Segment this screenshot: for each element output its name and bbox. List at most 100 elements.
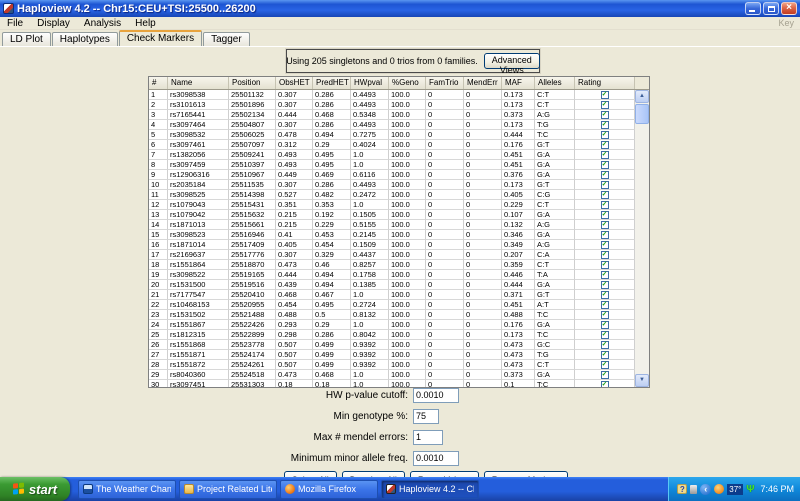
rating-checkbox[interactable]: ✓ [601, 191, 609, 199]
rating-checkbox[interactable]: ✓ [601, 241, 609, 249]
rating-checkbox[interactable]: ✓ [601, 151, 609, 159]
wireless-tray-icon[interactable]: Ψ [746, 484, 754, 495]
column-header-predhet[interactable]: PredHET [313, 77, 351, 89]
column-header-name[interactable]: Name [168, 77, 229, 89]
rating-checkbox[interactable]: ✓ [601, 91, 609, 99]
rating-checkbox[interactable]: ✓ [601, 341, 609, 349]
table-row[interactable]: 21rs7177547255204100.4680.4671.0100.0000… [149, 290, 635, 300]
table-row[interactable]: 22rs10468153255209550.4540.4950.2724100.… [149, 300, 635, 310]
column-header-menderr[interactable]: MendErr [464, 77, 502, 89]
scroll-up-icon[interactable]: ▲ [635, 90, 649, 103]
rating-checkbox[interactable]: ✓ [601, 311, 609, 319]
tab-haplotypes[interactable]: Haplotypes [52, 32, 118, 46]
table-row[interactable]: 4rs3097464255048070.3070.2860.4493100.00… [149, 120, 635, 130]
rating-checkbox[interactable]: ✓ [601, 111, 609, 119]
table-row[interactable]: 17rs2169637255177760.3070.3290.4437100.0… [149, 250, 635, 260]
table-row[interactable]: 5rs3098532255060250.4780.4940.7275100.00… [149, 130, 635, 140]
column-header-famtrio[interactable]: FamTrio [426, 77, 464, 89]
rating-checkbox[interactable]: ✓ [601, 201, 609, 209]
advanced-views-button[interactable]: Advanced Views [484, 53, 540, 69]
scroll-thumb[interactable] [635, 104, 649, 124]
rating-checkbox[interactable]: ✓ [601, 221, 609, 229]
task-button-haploview-4-2-chr[interactable]: Haploview 4.2 -- Chr... [381, 480, 479, 499]
table-row[interactable]: 10rs2035184255115350.3070.2860.4493100.0… [149, 180, 635, 190]
rating-checkbox[interactable]: ✓ [601, 361, 609, 369]
scroll-down-icon[interactable]: ▼ [635, 374, 649, 387]
table-row[interactable]: 9rs12906316255109670.4490.4690.6116100.0… [149, 170, 635, 180]
table-row[interactable]: 14rs1871013255156610.2150.2290.5155100.0… [149, 220, 635, 230]
table-row[interactable]: 13rs1079042255156320.2150.1920.1505100.0… [149, 210, 635, 220]
input-max-mendel-errors[interactable] [413, 430, 443, 445]
table-row[interactable]: 24rs1551867255224260.2930.291.0100.0000.… [149, 320, 635, 330]
rating-checkbox[interactable]: ✓ [601, 371, 609, 379]
rating-checkbox[interactable]: ✓ [601, 161, 609, 169]
rating-checkbox[interactable]: ✓ [601, 301, 609, 309]
table-row[interactable]: 28rs1551872255242610.5070.4990.9392100.0… [149, 360, 635, 370]
menu-display[interactable]: Display [30, 18, 77, 29]
rating-checkbox[interactable]: ✓ [601, 171, 609, 179]
table-row[interactable]: 8rs3097459255103970.4930.4951.0100.0000.… [149, 160, 635, 170]
table-row[interactable]: 30rs3097451255313030.180.181.0100.0000.1… [149, 380, 635, 387]
column-header-position[interactable]: Position [229, 77, 276, 89]
rating-checkbox[interactable]: ✓ [601, 131, 609, 139]
column-header-maf[interactable]: MAF [502, 77, 535, 89]
rating-checkbox[interactable]: ✓ [601, 331, 609, 339]
input-min-genotype[interactable] [413, 409, 439, 424]
rating-checkbox[interactable]: ✓ [601, 291, 609, 299]
weather-tray-icon[interactable] [714, 484, 724, 494]
rating-checkbox[interactable]: ✓ [601, 261, 609, 269]
rating-checkbox[interactable]: ✓ [601, 321, 609, 329]
table-row[interactable]: 20rs1531500255195160.4390.4940.1385100.0… [149, 280, 635, 290]
rating-checkbox[interactable]: ✓ [601, 351, 609, 359]
table-row[interactable]: 1rs3098538255011320.3070.2860.4493100.00… [149, 90, 635, 100]
help-tray-icon[interactable]: ? [677, 484, 687, 494]
restore-button[interactable] [763, 2, 779, 15]
column-header-obshet[interactable]: ObsHET [276, 77, 313, 89]
table-row[interactable]: 6rs3097461255070970.3120.290.4024100.000… [149, 140, 635, 150]
table-row[interactable]: 11rs3098525255143980.5270.4820.2472100.0… [149, 190, 635, 200]
rating-checkbox[interactable]: ✓ [601, 281, 609, 289]
rating-checkbox[interactable]: ✓ [601, 211, 609, 219]
table-row[interactable]: 26rs1551868255237780.5070.4990.9392100.0… [149, 340, 635, 350]
device-tray-icon[interactable] [690, 485, 697, 494]
task-button-the-weather-channe[interactable]: The Weather Channe... [78, 480, 176, 499]
task-button-project-related-litera[interactable]: Project Related Litera... [179, 480, 277, 499]
column-header-[interactable]: # [149, 77, 168, 89]
rating-checkbox[interactable]: ✓ [601, 141, 609, 149]
task-button-mozilla-firefox[interactable]: Mozilla Firefox [280, 480, 378, 499]
table-row[interactable]: 12rs1079043255154310.3510.3531.0100.0000… [149, 200, 635, 210]
menu-file[interactable]: File [0, 18, 30, 29]
tab-tagger[interactable]: Tagger [203, 32, 250, 46]
rating-checkbox[interactable]: ✓ [601, 231, 609, 239]
column-header-alleles[interactable]: Alleles [535, 77, 575, 89]
table-row[interactable]: 2rs3101613255018960.3070.2860.4493100.00… [149, 100, 635, 110]
close-button[interactable]: × [781, 2, 797, 15]
vertical-scrollbar[interactable]: ▲ ▼ [635, 90, 649, 387]
table-row[interactable]: 15rs3098523255169460.410.4530.2145100.00… [149, 230, 635, 240]
table-row[interactable]: 19rs3098522255191650.4440.4940.1758100.0… [149, 270, 635, 280]
column-header-geno[interactable]: %Geno [389, 77, 426, 89]
rating-checkbox[interactable]: ✓ [601, 251, 609, 259]
table-row[interactable]: 23rs1531502255214880.4880.50.8132100.000… [149, 310, 635, 320]
table-row[interactable]: 3rs7165441255021340.4440.4680.5348100.00… [149, 110, 635, 120]
table-row[interactable]: 18rs1551864255188700.4730.460.8257100.00… [149, 260, 635, 270]
table-row[interactable]: 16rs1871014255174090.4050.4540.1509100.0… [149, 240, 635, 250]
rating-checkbox[interactable]: ✓ [601, 271, 609, 279]
table-row[interactable]: 25rs1812315255228990.2980.2860.8042100.0… [149, 330, 635, 340]
rating-checkbox[interactable]: ✓ [601, 101, 609, 109]
table-row[interactable]: 7rs1382056255092410.4930.4951.0100.0000.… [149, 150, 635, 160]
table-row[interactable]: 27rs1551871255241740.5070.4990.9392100.0… [149, 350, 635, 360]
column-header-hwpval[interactable]: HWpval [351, 77, 389, 89]
input-minimum-minor-allele-freq[interactable] [413, 451, 459, 466]
tab-check-markers[interactable]: Check Markers [119, 30, 202, 46]
table-row[interactable]: 29rs8040360255245180.4730.4681.0100.0000… [149, 370, 635, 380]
menu-analysis[interactable]: Analysis [77, 18, 128, 29]
tray-collapse-chevron-icon[interactable]: ‹ [700, 484, 711, 495]
column-header-rating[interactable]: Rating [575, 77, 635, 89]
minimize-button[interactable] [745, 2, 761, 15]
menu-help[interactable]: Help [128, 18, 163, 29]
rating-checkbox[interactable]: ✓ [601, 121, 609, 129]
start-button[interactable]: start [0, 477, 70, 501]
input-hw-p-value-cutoff[interactable] [413, 388, 459, 403]
tab-ld-plot[interactable]: LD Plot [2, 32, 51, 46]
